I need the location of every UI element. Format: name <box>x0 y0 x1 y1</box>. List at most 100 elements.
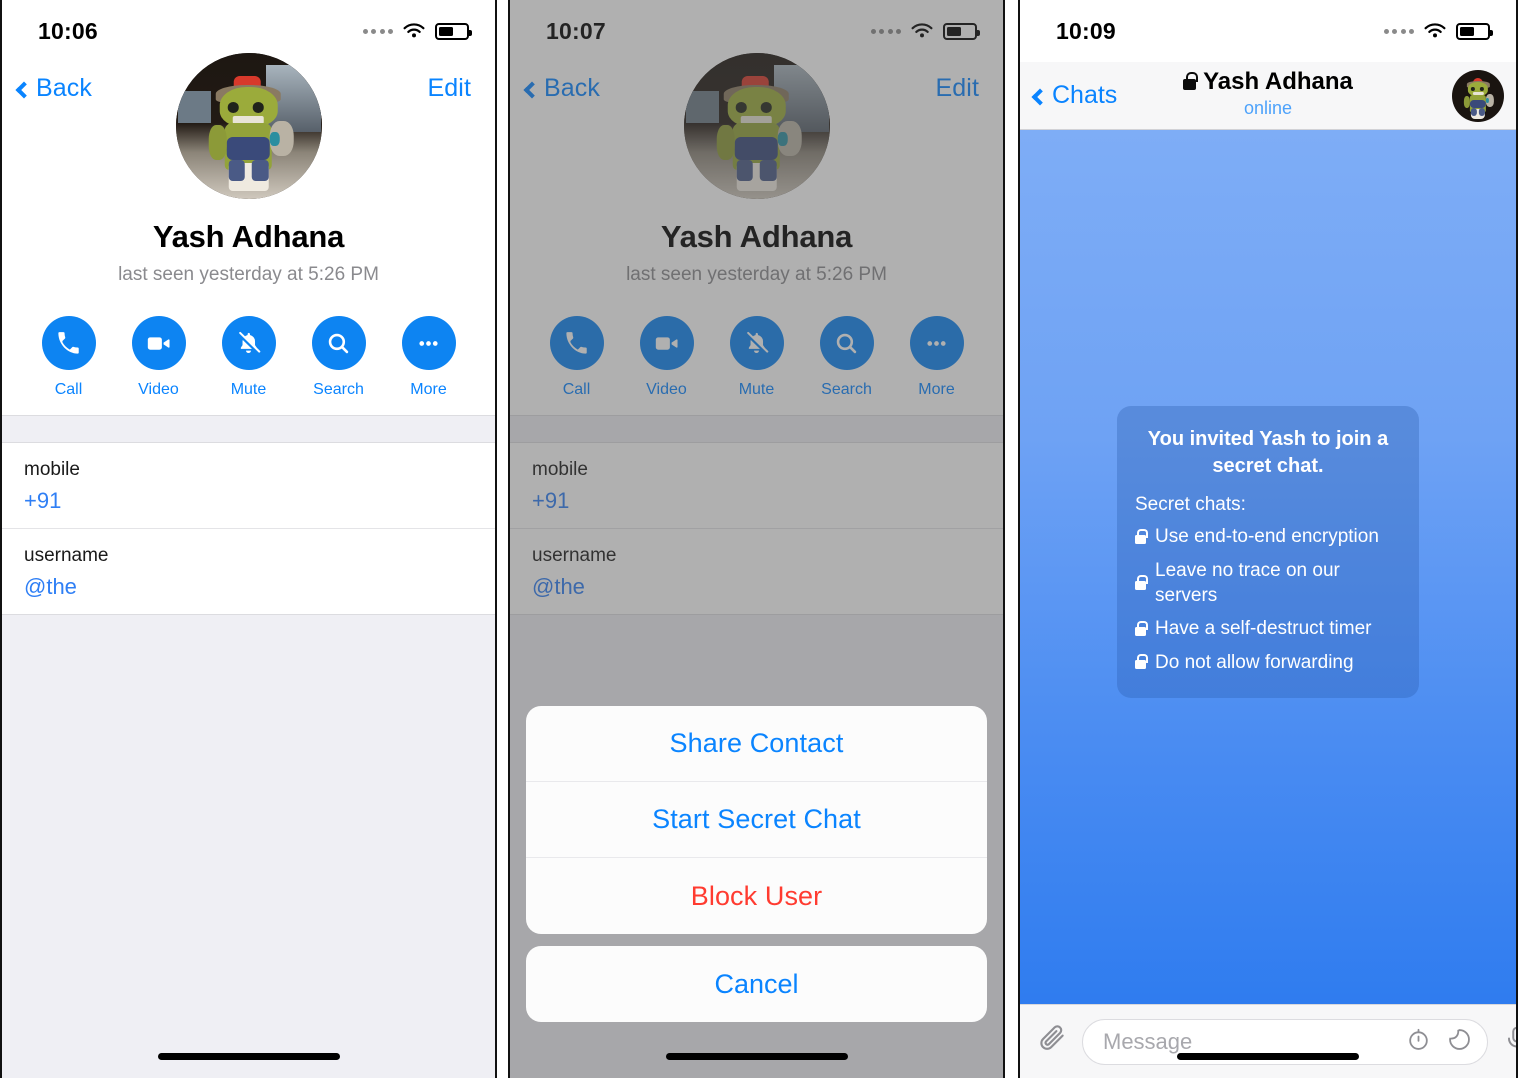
signal-dots-icon <box>362 28 393 34</box>
back-button-label: Back <box>544 74 600 102</box>
start-secret-chat-button[interactable]: Start Secret Chat <box>526 782 987 858</box>
video-camera-icon <box>131 316 186 370</box>
lock-icon <box>1135 654 1148 670</box>
self-destruct-timer-icon[interactable] <box>1405 1026 1432 1058</box>
list-background <box>2 615 495 1078</box>
section-separator <box>510 415 1003 443</box>
signal-dots-icon <box>870 28 901 34</box>
info-value[interactable]: +91 <box>532 488 981 514</box>
battery-icon <box>1456 22 1493 40</box>
page-title: Yash Adhana <box>660 219 853 254</box>
battery-icon <box>943 22 980 40</box>
signal-dots-icon <box>1383 28 1414 34</box>
search-button-label: Search <box>821 381 872 398</box>
more-button[interactable]: More <box>401 316 456 399</box>
info-key: username <box>24 545 109 566</box>
chevron-left-icon <box>1031 88 1049 105</box>
action-buttons-row: Call Video Mute Search More <box>510 316 1003 415</box>
sticker-icon[interactable] <box>1446 1026 1473 1058</box>
chat-message-area: You invited Yash to join a secret chat. … <box>1020 130 1516 1004</box>
panel-contact-profile: 10:06 Back Edit Yash Adhana last seen ye… <box>0 0 497 1078</box>
status-time: 10:06 <box>38 17 98 44</box>
call-button-label: Call <box>562 381 591 398</box>
microphone-icon[interactable] <box>1502 1024 1516 1059</box>
action-sheet-options: Share Contact Start Secret Chat Block Us… <box>526 706 987 934</box>
info-value[interactable]: +91 <box>24 488 473 514</box>
wifi-icon <box>1423 22 1447 40</box>
section-separator <box>2 415 495 443</box>
chevron-left-icon <box>523 81 541 98</box>
info-value[interactable]: @the <box>532 574 981 600</box>
edit-button[interactable]: Edit <box>936 74 979 103</box>
share-contact-button[interactable]: Share Contact <box>526 706 987 782</box>
video-button[interactable]: Video <box>639 316 694 399</box>
edit-button[interactable]: Edit <box>428 74 471 103</box>
info-key: mobile <box>532 459 588 480</box>
more-button[interactable]: More <box>909 316 964 399</box>
home-indicator[interactable] <box>157 1053 340 1060</box>
phone-icon <box>41 316 96 370</box>
bell-muted-icon <box>221 316 276 370</box>
more-button-label: More <box>918 381 955 398</box>
secret-chat-notice-bubble: You invited Yash to join a secret chat. … <box>1117 406 1419 698</box>
lock-icon <box>1135 528 1148 544</box>
bullet-text: Use end-to-end encryption <box>1155 526 1379 548</box>
chats-back-button[interactable]: Chats <box>1031 81 1118 110</box>
wifi-icon <box>402 22 426 40</box>
info-key: mobile <box>24 459 80 480</box>
search-button[interactable]: Search <box>311 316 366 399</box>
more-button-label: More <box>410 381 447 398</box>
nav-row: Back Edit <box>510 62 1003 103</box>
status-indicators <box>870 22 980 40</box>
phone-icon <box>549 316 604 370</box>
bullet-text: Do not allow forwarding <box>1155 652 1354 674</box>
block-user-button[interactable]: Block User <box>526 858 987 934</box>
wifi-icon <box>910 22 934 40</box>
video-camera-icon <box>639 316 694 370</box>
list-item[interactable]: mobile +91 <box>2 443 495 529</box>
list-item: Use end-to-end encryption <box>1135 525 1401 550</box>
nav-row: Back Edit <box>2 62 495 103</box>
bell-muted-icon <box>729 316 784 370</box>
list-item[interactable]: mobile +91 <box>510 443 1003 529</box>
video-button[interactable]: Video <box>131 316 186 399</box>
avatar[interactable] <box>1452 70 1504 122</box>
call-button[interactable]: Call <box>549 316 604 399</box>
secret-notice-title: You invited Yash to join a secret chat. <box>1147 428 1389 478</box>
mute-button[interactable]: Mute <box>729 316 784 399</box>
call-button[interactable]: Call <box>41 316 96 399</box>
lock-icon <box>1135 620 1148 636</box>
contact-info-list: mobile +91 username @the <box>510 443 1003 615</box>
bullet-text: Have a self-destruct timer <box>1155 618 1372 640</box>
cancel-button[interactable]: Cancel <box>526 946 987 1022</box>
page-title: Yash Adhana <box>152 219 345 254</box>
chevron-left-icon <box>15 81 33 98</box>
back-button[interactable]: Back <box>523 74 600 103</box>
status-bar: 10:06 <box>2 0 495 62</box>
action-buttons-row: Call Video Mute Search More <box>2 316 495 415</box>
home-indicator[interactable] <box>1177 1053 1359 1060</box>
paperclip-icon[interactable] <box>1036 1023 1068 1060</box>
status-bar: 10:07 <box>510 0 1003 62</box>
message-composer <box>1020 1004 1516 1078</box>
back-button-label: Back <box>36 74 92 102</box>
list-item[interactable]: username @the <box>510 529 1003 615</box>
mute-button[interactable]: Mute <box>221 316 276 399</box>
list-item[interactable]: username @the <box>2 529 495 615</box>
status-time: 10:09 <box>1056 17 1116 44</box>
info-value[interactable]: @the <box>24 574 473 600</box>
mute-button-label: Mute <box>230 381 267 398</box>
video-button-label: Video <box>646 381 687 398</box>
mute-button-label: Mute <box>738 381 775 398</box>
message-input[interactable] <box>1103 1028 1391 1055</box>
lock-icon <box>1135 574 1148 590</box>
search-button[interactable]: Search <box>819 316 874 399</box>
status-indicators <box>1383 22 1493 40</box>
back-button[interactable]: Back <box>15 74 92 103</box>
secret-notice-subtitle: Secret chats: <box>1135 494 1246 516</box>
chats-back-label: Chats <box>1052 81 1118 109</box>
home-indicator[interactable] <box>665 1053 848 1060</box>
panel-secret-chat: 10:09 Chats Yash Adhana online You invit… <box>1018 0 1518 1078</box>
search-button-label: Search <box>313 381 364 398</box>
search-icon <box>311 316 366 370</box>
